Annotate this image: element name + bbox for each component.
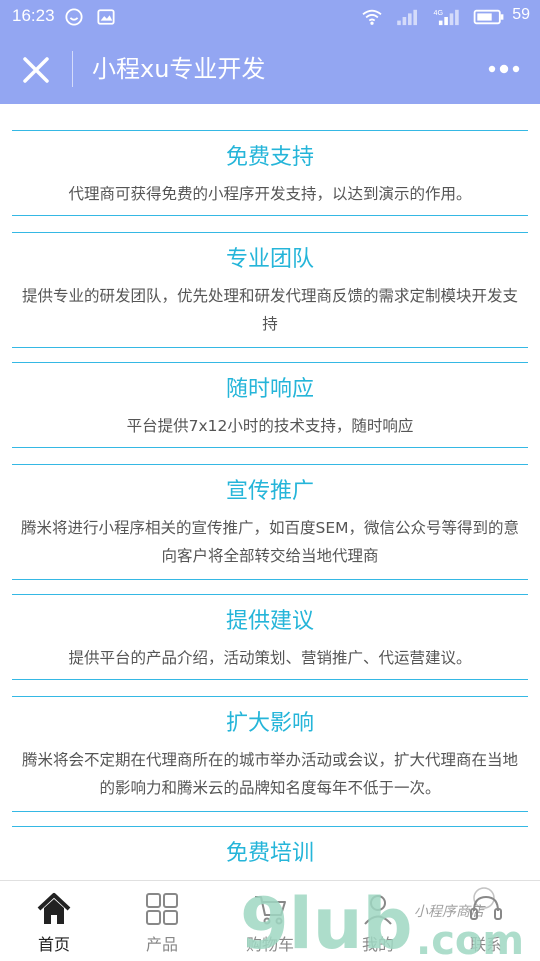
tab-cart[interactable]: 购物车: [216, 881, 324, 961]
page-title: 小程xu专业开发: [92, 55, 266, 83]
image-notification-icon: [97, 9, 115, 25]
card-description: 平台提供7x12小时的技术支持，随时响应: [126, 417, 414, 435]
card-promotion: 宣传推广 腾米将进行小程序相关的宣传推广，如百度SEM，微信公众号等得到的意向客…: [12, 464, 528, 580]
card-description: 提供专业的研发团队，优先处理和研发代理商反馈的需求定制模块开发支持: [21, 287, 518, 333]
tab-home[interactable]: 首页: [0, 881, 108, 961]
tab-label: 首页: [37, 935, 70, 954]
card-title: 随时响应: [225, 377, 314, 402]
grid-icon: [146, 893, 178, 925]
close-icon[interactable]: [18, 52, 54, 88]
card-title: 提供建议: [225, 609, 314, 634]
card-suggestions: 提供建议 提供平台的产品介绍，活动策划、营销推广、代运营建议。: [12, 594, 528, 680]
svg-text:4G: 4G: [434, 8, 444, 17]
tab-mine[interactable]: 我的: [324, 881, 432, 961]
more-options-icon[interactable]: [484, 58, 524, 80]
card-title: 免费支持: [225, 145, 314, 170]
signal-4g-icon: 4G: [434, 8, 459, 26]
card-free-training: 免费培训: [12, 826, 528, 880]
card-title: 免费培训: [225, 841, 314, 866]
card-description: 腾米将进行小程序相关的宣传推广，如百度SEM，微信公众号等得到的意向客户将全部转…: [20, 519, 519, 565]
card-instant-response: 随时响应 平台提供7x12小时的技术支持，随时响应: [12, 362, 528, 448]
user-icon: [364, 895, 392, 925]
card-free-support: 免费支持 代理商可获得免费的小程序开发支持，以达到演示的作用。: [12, 130, 528, 216]
battery-level: 59: [512, 6, 530, 23]
cart-icon: [255, 896, 286, 925]
wifi-icon: [362, 9, 382, 25]
home-icon: [37, 893, 71, 924]
nav-divider: [72, 51, 73, 87]
nav-bar: 小程xu专业开发: [0, 34, 540, 104]
card-title: 扩大影响: [225, 711, 314, 736]
card-professional-team: 专业团队 提供专业的研发团队，优先处理和研发代理商反馈的需求定制模块开发支持: [12, 232, 528, 348]
card-description: 提供平台的产品介绍，活动策划、营销推广、代运营建议。: [68, 649, 472, 667]
content-list: 免费支持 代理商可获得免费的小程序开发支持，以达到演示的作用。 专业团队 提供专…: [0, 104, 540, 880]
card-description: 代理商可获得免费的小程序开发支持，以达到演示的作用。: [68, 185, 472, 203]
tab-label: 联系: [469, 935, 502, 954]
tab-contact[interactable]: 联系: [432, 881, 540, 961]
card-title: 宣传推广: [225, 479, 314, 504]
app-notification-icon: [65, 8, 83, 26]
card-title: 专业团队: [225, 247, 314, 272]
battery-icon: [473, 9, 504, 25]
tab-label: 产品: [145, 935, 178, 954]
signal-icon-1: [397, 9, 417, 26]
status-time: 16:23: [12, 6, 55, 25]
card-expand-influence: 扩大影响 腾米将会不定期在代理商所在的城市举办活动或会议，扩大代理商在当地的影响…: [12, 696, 528, 812]
card-description: 腾米将会不定期在代理商所在的城市举办活动或会议，扩大代理商在当地的影响力和腾米云…: [21, 751, 518, 797]
tab-label: 购物车: [245, 935, 294, 954]
status-bar: 16:23 4G 59: [0, 0, 540, 34]
tab-products[interactable]: 产品: [108, 881, 216, 961]
tab-bar: 首页 产品 购物车 我的 联系: [0, 880, 540, 961]
contact-icon: [470, 895, 502, 920]
tab-label: 我的: [361, 935, 394, 954]
